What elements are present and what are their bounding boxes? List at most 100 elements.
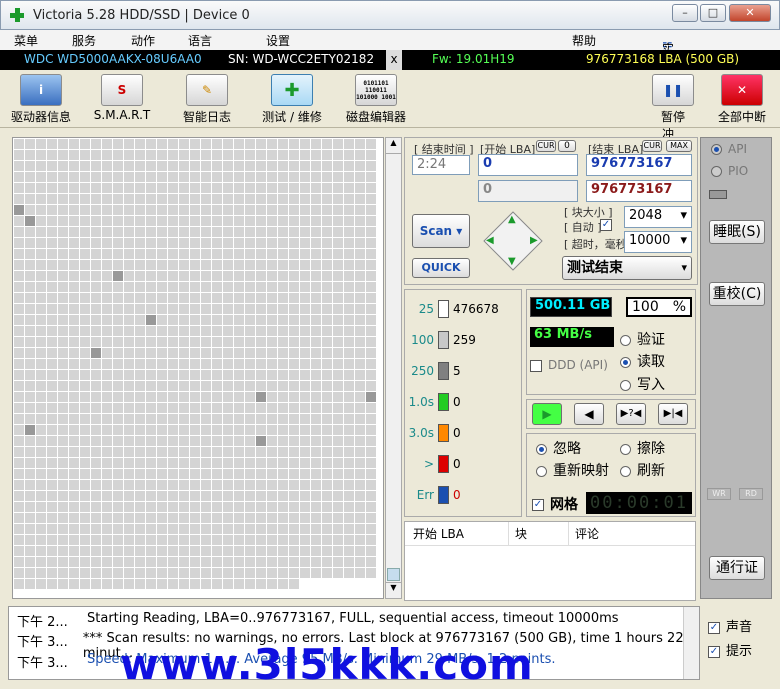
direction-pad[interactable]: ▲ ▼ ◀ ▶ bbox=[480, 211, 546, 272]
arrow-left-icon[interactable]: ◀ bbox=[486, 235, 494, 246]
scan-block-cell bbox=[344, 172, 354, 182]
remap-radio[interactable] bbox=[536, 465, 547, 477]
menu-item-action[interactable]: 动作 bbox=[131, 32, 155, 49]
end-max-button[interactable]: MAX bbox=[666, 140, 692, 152]
scan-block-cell bbox=[256, 590, 266, 598]
sound-checkbox[interactable]: ✓ bbox=[708, 621, 720, 634]
start-lba-input[interactable]: 0 bbox=[478, 154, 578, 176]
refresh-radio[interactable] bbox=[620, 465, 631, 477]
scan-block-cell bbox=[344, 579, 354, 589]
column-start-lba[interactable]: 开始 LBA bbox=[405, 522, 509, 545]
arrow-right-icon[interactable]: ▶ bbox=[530, 235, 538, 246]
action-erase[interactable]: 擦除 bbox=[620, 438, 665, 458]
passport-button[interactable]: 通行证 bbox=[709, 556, 765, 580]
column-comment[interactable]: 评论 bbox=[569, 522, 693, 545]
scan-block-cell bbox=[278, 403, 288, 413]
auto-checkbox[interactable]: ✓ bbox=[600, 219, 612, 231]
mode-read[interactable]: 读取 bbox=[620, 351, 665, 371]
grid-scrollbar[interactable]: ▲ ▼ bbox=[385, 137, 402, 599]
end-time-input[interactable]: 2:24 bbox=[412, 155, 470, 175]
menu-item-language[interactable]: 语言 bbox=[188, 32, 212, 49]
stop-all-button[interactable]: ✕ 全部中断 bbox=[714, 74, 770, 125]
play-backward-button[interactable]: ◀ bbox=[574, 403, 604, 425]
scan-block-cell bbox=[311, 403, 321, 413]
scan-block-cell bbox=[102, 491, 112, 501]
action-remap[interactable]: 重新映射 bbox=[536, 460, 609, 480]
jump-end-button[interactable]: ▶|◀ bbox=[658, 403, 688, 425]
grid-toggle[interactable]: ✓ 网格 bbox=[532, 494, 578, 514]
menu-item-settings[interactable]: 设置 bbox=[266, 32, 290, 49]
start-zero-button[interactable]: 0 bbox=[558, 140, 576, 152]
play-forward-button[interactable]: ▶ bbox=[532, 403, 562, 425]
hints-option[interactable]: ✓ 提示 bbox=[708, 640, 752, 659]
arrow-down-icon[interactable]: ▼ bbox=[508, 256, 516, 267]
scan-block-cell bbox=[135, 238, 145, 248]
scroll-down-arrow[interactable]: ▼ bbox=[386, 582, 401, 598]
hints-checkbox[interactable]: ✓ bbox=[708, 645, 720, 658]
recalibrate-button[interactable]: 重校(C) bbox=[709, 282, 765, 306]
scan-block-cell bbox=[124, 524, 134, 534]
api-radio[interactable] bbox=[711, 144, 722, 155]
menu-item-service[interactable]: 服务 bbox=[72, 32, 96, 49]
pause-button[interactable]: ❚❚ 暂停 bbox=[652, 74, 694, 125]
maximize-button[interactable]: □ bbox=[700, 4, 726, 22]
action-ignore[interactable]: 忽略 bbox=[536, 438, 581, 458]
end-cur-button[interactable]: CUR bbox=[642, 140, 662, 152]
menu-item-menu[interactable]: 菜单 bbox=[14, 32, 38, 49]
timeout-select[interactable]: 10000 ▾ bbox=[624, 231, 692, 253]
ignore-radio[interactable] bbox=[536, 443, 547, 455]
erase-radio[interactable] bbox=[620, 443, 631, 455]
scan-button[interactable]: Scan ▾ bbox=[412, 214, 470, 248]
scan-block-cell bbox=[157, 216, 167, 226]
scan-block-cell bbox=[234, 370, 244, 380]
arrow-up-icon[interactable]: ▲ bbox=[508, 214, 516, 225]
end-lba-input[interactable]: 976773167 bbox=[586, 154, 692, 176]
mode-verify[interactable]: 验证 bbox=[620, 329, 665, 349]
sleep-button[interactable]: 睡眠(S) bbox=[709, 220, 765, 244]
scan-block-cell bbox=[201, 216, 211, 226]
column-block[interactable]: 块 bbox=[509, 522, 569, 545]
ddd-api-option[interactable]: DDD (API) bbox=[530, 358, 608, 372]
mode-write[interactable]: 写入 bbox=[620, 374, 665, 394]
scan-block-cell bbox=[322, 480, 332, 490]
log-scrollbar[interactable] bbox=[683, 607, 699, 679]
drive-info-button[interactable]: i 驱动器信息 bbox=[8, 74, 74, 125]
scan-block-cell bbox=[366, 590, 376, 598]
scan-block-cell bbox=[366, 436, 376, 446]
scan-block-cell bbox=[102, 480, 112, 490]
api-option[interactable]: API bbox=[711, 142, 747, 156]
action-refresh[interactable]: 刷新 bbox=[620, 460, 665, 480]
close-button[interactable]: ✕ bbox=[729, 4, 771, 22]
scan-block-cell bbox=[267, 590, 277, 598]
test-repair-button[interactable]: ✚ 测试 / 维修 bbox=[258, 74, 326, 125]
eject-drive-button[interactable]: x bbox=[386, 50, 402, 70]
pio-option[interactable]: PIO bbox=[711, 164, 748, 178]
disk-editor-button[interactable]: 0101101 110011 101000 1001 磁盘编辑器 bbox=[344, 74, 408, 125]
ddd-api-checkbox[interactable] bbox=[530, 359, 542, 372]
scroll-thumb[interactable] bbox=[387, 568, 400, 581]
scan-block-cell bbox=[69, 480, 79, 490]
scroll-up-arrow[interactable]: ▲ bbox=[386, 138, 401, 154]
scan-block-cell bbox=[278, 183, 288, 193]
menu-item-help[interactable]: 帮助 bbox=[572, 32, 596, 49]
scan-block-cell bbox=[355, 403, 365, 413]
smart-button[interactable]: S S.M.A.R.T bbox=[90, 74, 154, 122]
grid-checkbox[interactable]: ✓ bbox=[532, 499, 544, 511]
verify-radio[interactable] bbox=[620, 334, 631, 346]
start-cur-button[interactable]: CUR bbox=[536, 140, 556, 152]
skip-button[interactable]: ▶?◀ bbox=[616, 403, 646, 425]
scan-block-cell bbox=[168, 216, 178, 226]
scan-block-cell bbox=[47, 183, 57, 193]
sound-option[interactable]: ✓ 声音 bbox=[708, 616, 752, 635]
test-status-select[interactable]: 测试结束 ▾ bbox=[562, 256, 692, 280]
block-size-select[interactable]: 2048 ▾ bbox=[624, 206, 692, 228]
pio-radio[interactable] bbox=[711, 166, 722, 177]
scan-block-cell bbox=[344, 425, 354, 435]
read-radio[interactable] bbox=[620, 356, 631, 368]
scan-block-cell bbox=[91, 150, 101, 160]
minimize-button[interactable]: – bbox=[672, 4, 698, 22]
write-radio[interactable] bbox=[620, 379, 631, 391]
scan-block-cell bbox=[179, 194, 189, 204]
smart-log-button[interactable]: ✎ 智能日志 bbox=[176, 74, 238, 125]
quick-button[interactable]: QUICK bbox=[412, 258, 470, 278]
